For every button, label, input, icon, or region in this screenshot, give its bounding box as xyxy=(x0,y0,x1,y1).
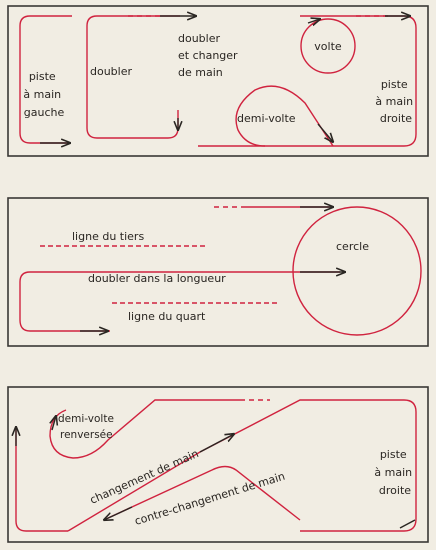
diagram-canvas: piste à main gauche doubler doubler et c… xyxy=(7,5,429,543)
dressage-figures-diagram: piste à main gauche doubler doubler et c… xyxy=(0,0,436,550)
label-volte: volte xyxy=(314,40,342,53)
track-left-vertical xyxy=(15,428,68,532)
label-left-track: piste à main gauche xyxy=(23,70,64,119)
label-right-track: piste à main droite xyxy=(375,78,416,125)
panel-2: ligne du tiers doubler dans la longueur … xyxy=(7,197,429,347)
label-right-track-3: piste à main droite xyxy=(374,448,415,497)
label-changement: changement de main xyxy=(88,447,201,507)
arena-border-1 xyxy=(7,5,429,157)
cercle-circle xyxy=(292,206,422,336)
panel-3: demi-volte renversée changement de main … xyxy=(7,386,429,543)
label-demi-volte-renversee: demi-volte renversée xyxy=(58,413,117,441)
arrow-contre-changement xyxy=(104,506,133,520)
track-changement xyxy=(67,399,417,532)
label-cercle: cercle xyxy=(336,240,369,253)
arrow-changement-main xyxy=(199,434,234,453)
arrow-demi-volte xyxy=(317,123,333,142)
label-ligne-tiers: ligne du tiers xyxy=(72,230,144,243)
label-doubler: doubler xyxy=(90,65,132,78)
label-demi-volte: demi-volte xyxy=(237,112,296,125)
arena-border-3 xyxy=(7,386,429,543)
label-ligne-quart: ligne du quart xyxy=(128,310,206,323)
label-doubler-longueur: doubler dans la longueur xyxy=(88,272,226,285)
panel-1: piste à main gauche doubler doubler et c… xyxy=(7,5,429,157)
label-doubler-changer: doubler et changer de main xyxy=(178,32,241,79)
arrow-changement xyxy=(399,519,416,529)
